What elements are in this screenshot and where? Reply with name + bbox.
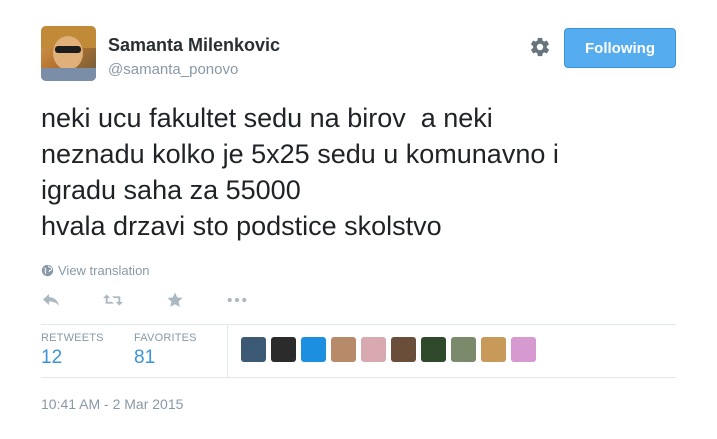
favoriter-avatar[interactable] — [301, 337, 326, 362]
tweet-text: neki ucu fakultet sedu na birov a neki n… — [41, 100, 691, 244]
following-button[interactable]: Following — [564, 28, 676, 68]
favorites-count: 81 — [134, 347, 156, 368]
user-handle[interactable]: @samanta_ponovo — [108, 61, 238, 78]
stats-divider-bottom — [41, 377, 676, 378]
avatar-face — [53, 36, 83, 70]
favoriter-avatar[interactable] — [511, 337, 536, 362]
tweet-line: hvala drzavi sto podstice skolstvo — [41, 211, 442, 241]
reply-icon[interactable] — [41, 290, 61, 310]
tweet-line: igradu saha za 55000 — [41, 175, 301, 205]
user-display-name[interactable]: Samanta Milenkovic — [108, 35, 280, 56]
favoriter-avatar[interactable] — [481, 337, 506, 362]
favorites-label: FAVORITES — [134, 332, 197, 344]
favoriter-avatar[interactable] — [421, 337, 446, 362]
view-translation-label: View translation — [58, 263, 150, 278]
tweet-actions — [41, 290, 289, 310]
favoriter-avatars — [241, 337, 536, 362]
favoriter-avatar[interactable] — [361, 337, 386, 362]
globe-icon — [41, 264, 54, 277]
retweet-icon[interactable] — [103, 290, 123, 310]
user-avatar[interactable] — [41, 26, 96, 81]
stats-divider-top — [41, 324, 676, 325]
more-options-icon[interactable] — [227, 290, 247, 310]
gear-icon[interactable] — [529, 36, 551, 58]
retweets-stat[interactable]: RETWEETS 12 — [41, 332, 104, 369]
favoriter-avatar[interactable] — [391, 337, 416, 362]
retweets-label: RETWEETS — [41, 332, 104, 344]
favorite-star-icon[interactable] — [165, 290, 185, 310]
tweet-line: neki ucu fakultet sedu na birov a neki — [41, 103, 493, 133]
favoriter-avatar[interactable] — [271, 337, 296, 362]
avatar-glasses — [55, 46, 81, 53]
tweet-timestamp[interactable]: 10:41 AM - 2 Mar 2015 — [41, 396, 183, 412]
retweets-count: 12 — [41, 347, 63, 368]
favoriter-avatar[interactable] — [241, 337, 266, 362]
stats-divider-vertical — [227, 325, 228, 377]
tweet-line: neznadu kolko je 5x25 sedu u komunavno i — [41, 139, 559, 169]
view-translation-link[interactable]: View translation — [41, 263, 150, 278]
avatar-shirt — [41, 68, 96, 81]
favorites-stat[interactable]: FAVORITES 81 — [134, 332, 197, 369]
favoriter-avatar[interactable] — [331, 337, 356, 362]
favoriter-avatar[interactable] — [451, 337, 476, 362]
